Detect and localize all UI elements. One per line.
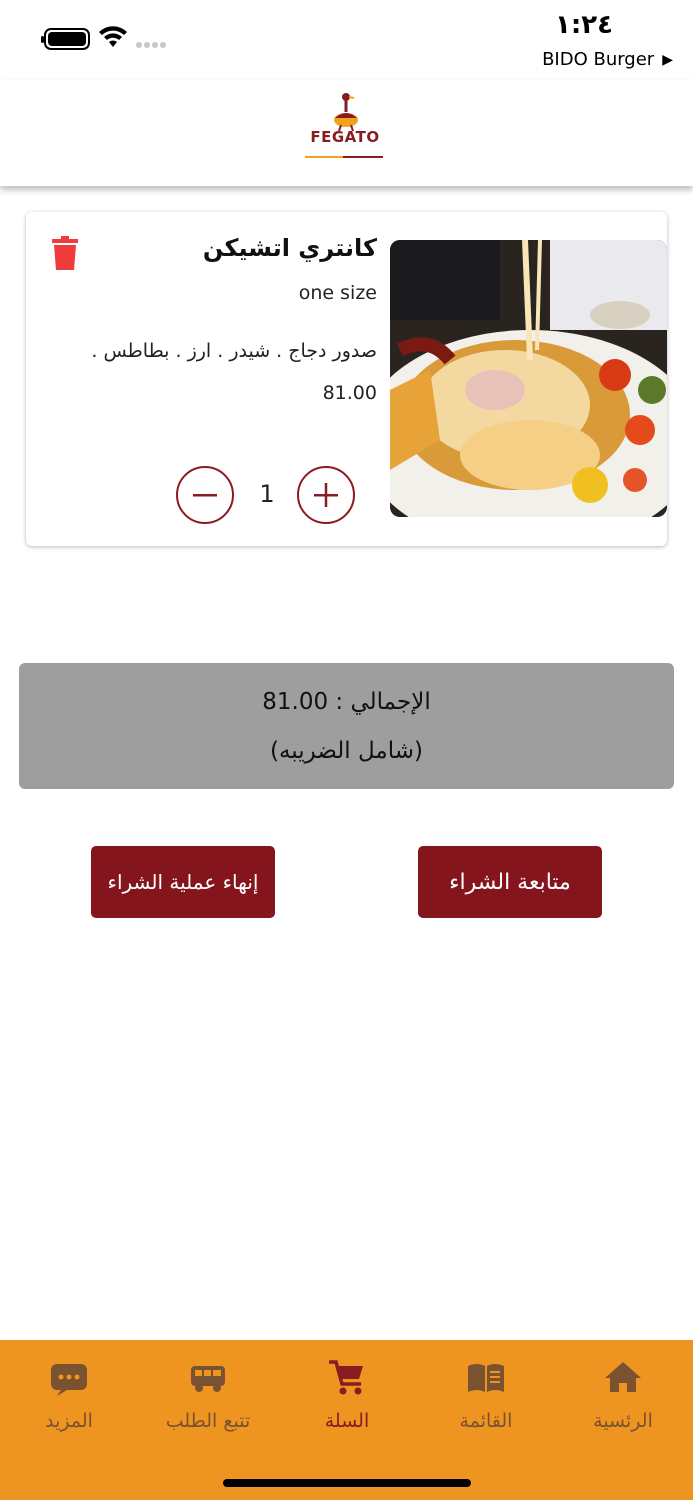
logo-underline-orange [305, 156, 343, 158]
decrease-quantity-button[interactable] [176, 466, 234, 524]
total-amount: الإجمالي : 81.00 [262, 689, 431, 715]
cellular-signal-icon [136, 42, 166, 48]
nav-item-track-order[interactable]: تتبع الطلب [148, 1350, 268, 1440]
product-image [390, 240, 667, 517]
item-size: one size [298, 282, 377, 304]
nav-label-menu: القائمة [459, 1410, 513, 1432]
home-icon [605, 1362, 641, 1392]
item-name: كانتري اتشيكن [202, 234, 377, 262]
nav-label-track-order: تتبع الطلب [165, 1410, 251, 1432]
more-icon [51, 1364, 87, 1396]
play-triangle-icon: ▶ [662, 51, 673, 68]
status-time: ١:٢٤ [554, 10, 613, 40]
back-app-label: BIDO Burger [542, 49, 655, 70]
nav-item-more[interactable]: المزيد [9, 1350, 129, 1440]
nav-item-home[interactable]: الرئسية [563, 1350, 683, 1440]
increase-quantity-button[interactable] [297, 466, 355, 524]
wifi-icon [99, 26, 127, 47]
home-indicator[interactable] [223, 1479, 471, 1487]
continue-shopping-button[interactable]: متابعة الشراء [418, 846, 602, 918]
nav-label-more: المزيد [45, 1410, 93, 1432]
logo-underline-red [343, 156, 383, 158]
minus-icon [193, 494, 217, 497]
cart-icon [329, 1360, 363, 1395]
logo-wordmark: FEGATO [310, 128, 380, 146]
item-price: 81.00 [322, 382, 377, 404]
quantity-value: 1 [259, 480, 275, 508]
bottom-navigation: المزيد تتبع الطلب السلة القائمة الرئسية [0, 1340, 693, 1500]
app-header: FEGATO [0, 80, 693, 186]
battery-icon [41, 28, 90, 50]
ostrich-logo-icon [334, 93, 358, 132]
tax-note: (شامل الضريبه) [270, 738, 423, 764]
status-bar: ١:٢٤ BIDO Burger ▶ [0, 0, 693, 80]
back-to-app-link[interactable]: BIDO Burger ▶ [542, 49, 673, 70]
delivery-truck-icon [191, 1366, 225, 1392]
item-description: صدور دجاج . شيدر . ارز . بطاطس . [91, 340, 377, 362]
cart-item-card: كانتري اتشيكن one size صدور دجاج . شيدر … [26, 212, 667, 546]
nav-label-home: الرئسية [593, 1410, 653, 1432]
finish-purchase-button[interactable]: إنهاء عملية الشراء [91, 846, 275, 918]
nav-item-menu[interactable]: القائمة [426, 1350, 546, 1440]
nav-item-cart[interactable]: السلة [287, 1350, 407, 1440]
trash-icon[interactable] [52, 236, 78, 270]
menu-book-icon [468, 1364, 504, 1392]
nav-label-cart: السلة [324, 1410, 370, 1432]
fegato-logo: FEGATO [305, 92, 385, 162]
plus-icon [314, 483, 338, 507]
order-total-box: الإجمالي : 81.00 (شامل الضريبه) [19, 663, 674, 789]
